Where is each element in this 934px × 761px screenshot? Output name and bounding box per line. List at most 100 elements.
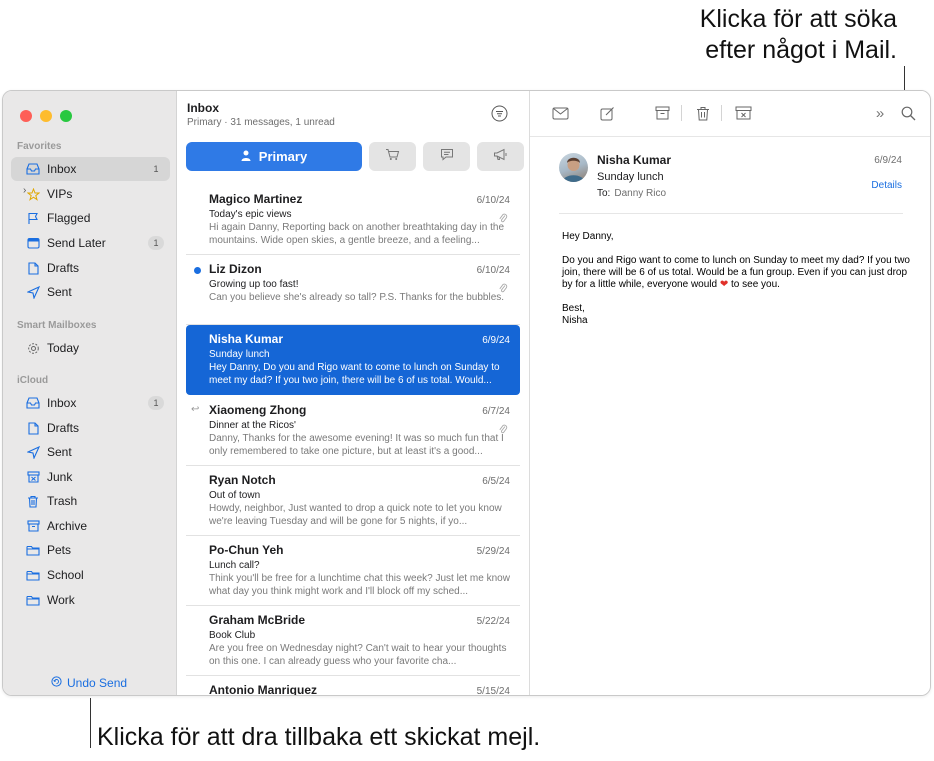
sidebar-item-school[interactable]: School xyxy=(11,563,170,587)
envelope-icon[interactable] xyxy=(550,103,570,123)
message-list: Inbox Primary · 31 messages, 1 unread Pr… xyxy=(177,91,530,695)
message-date: 5/29/24 xyxy=(476,546,510,557)
message-row[interactable]: Ryan Notch 6/5/24 Out of town Howdy, neig… xyxy=(186,466,520,536)
toolbar-separator xyxy=(530,136,930,137)
sidebar-item-work[interactable]: Work xyxy=(11,588,170,612)
message-subject: Growing up too fast! xyxy=(209,279,299,290)
message-date: 5/15/24 xyxy=(476,686,510,696)
sidebar-item-sent[interactable]: Sent xyxy=(11,280,170,304)
recipient-name: Danny Rico xyxy=(614,188,667,199)
paperplane-icon xyxy=(25,444,41,460)
sidebar-item-icloud-inbox[interactable]: Inbox 1 xyxy=(11,391,170,415)
mailbox-summary: Primary · 31 messages, 1 unread xyxy=(187,117,335,128)
sidebar-item-today[interactable]: Today xyxy=(11,336,170,360)
icloud-section-title: iCloud xyxy=(17,375,49,386)
sidebar-item-junk[interactable]: Junk xyxy=(11,465,170,489)
message-row[interactable]: Magico Martinez 6/10/24 Today's epic view… xyxy=(186,185,520,255)
message-preview: Think you'll be free for a lunchtime cha… xyxy=(209,573,510,597)
sidebar-item-favorites-inbox[interactable]: Inbox 1 xyxy=(11,157,170,181)
tab-transactions[interactable] xyxy=(369,142,416,171)
sender-name: Nisha Kumar xyxy=(597,153,672,167)
mail-paragraph: Do you and Rigo want to come to lunch on… xyxy=(562,255,916,291)
flag-icon xyxy=(25,210,41,226)
message-row[interactable]: Graham McBride 5/22/24 Book Club Are you … xyxy=(186,606,520,676)
message-row[interactable]: ↩ Xiaomeng Zhong 6/7/24 Dinner at the Ric… xyxy=(186,396,520,466)
filter-icon[interactable] xyxy=(491,105,508,122)
junk-icon[interactable] xyxy=(733,103,753,123)
star-icon xyxy=(25,186,41,202)
message-sender: Po-Chun Yeh xyxy=(209,543,284,557)
minimize-window-button[interactable] xyxy=(40,110,52,122)
reading-pane: » Nisha Kumar Sunday lunch To: Danny Rico… xyxy=(530,91,930,695)
paperplane-icon xyxy=(25,284,41,300)
compose-icon[interactable] xyxy=(597,103,617,123)
message-date: 6/10/24 xyxy=(476,265,510,276)
document-icon xyxy=(25,260,41,276)
sidebar-item-vips[interactable]: › VIPs xyxy=(11,182,170,206)
tab-promotions[interactable] xyxy=(477,142,524,171)
unread-indicator xyxy=(194,267,201,274)
mail-paragraph-end: to see you. xyxy=(728,279,780,290)
category-tabs: Primary xyxy=(186,142,524,171)
search-icon[interactable] xyxy=(898,103,918,123)
message-subject: Out of town xyxy=(209,490,261,501)
megaphone-icon xyxy=(493,148,508,166)
sidebar-item-label: Sent xyxy=(47,285,72,299)
message-preview: Danny, Thanks for the awesome evening! I… xyxy=(209,433,504,457)
sidebar-item-icloud-drafts[interactable]: Drafts xyxy=(11,416,170,440)
message-row[interactable]: Po-Chun Yeh 5/29/24 Lunch call? Think you… xyxy=(186,536,520,606)
mail-signature: Nisha xyxy=(562,315,588,326)
message-preview: Hey Danny, Do you and Rigo want to come … xyxy=(209,362,500,386)
paperclip-icon xyxy=(498,211,508,223)
search-callout-line1: Klicka för att söka xyxy=(699,5,897,33)
unread-count-badge: 1 xyxy=(148,396,164,410)
replied-icon: ↩ xyxy=(191,404,200,415)
chevron-right-icon[interactable]: › xyxy=(23,185,26,196)
sidebar-item-icloud-sent[interactable]: Sent xyxy=(11,440,170,464)
header-separator xyxy=(559,213,903,214)
favorites-section-title: Favorites xyxy=(17,141,62,152)
to-label: To: xyxy=(597,188,611,199)
smart-mailboxes-section-title: Smart Mailboxes xyxy=(17,320,97,331)
message-sender: Antonio Manriquez xyxy=(209,683,317,696)
mailbox-title: Inbox xyxy=(187,101,219,115)
sidebar-item-label: VIPs xyxy=(47,187,73,201)
sidebar-item-pets[interactable]: Pets xyxy=(11,538,170,562)
recipient-line: To: Danny Rico xyxy=(597,188,666,199)
mail-date: 6/9/24 xyxy=(874,155,902,166)
message-preview: Howdy, neighbor, Just wanted to drop a q… xyxy=(209,503,502,527)
list-header: Inbox Primary · 31 messages, 1 unread xyxy=(187,101,335,128)
document-icon xyxy=(25,420,41,436)
message-sender: Xiaomeng Zhong xyxy=(209,403,307,417)
undo-send-button[interactable]: Undo Send xyxy=(51,676,127,690)
message-subject: Sunday lunch xyxy=(209,349,270,360)
sidebar-item-trash[interactable]: Trash xyxy=(11,489,170,513)
trash-icon xyxy=(25,493,41,509)
details-link[interactable]: Details xyxy=(871,180,902,191)
archive-icon[interactable] xyxy=(652,103,672,123)
paperclip-icon xyxy=(498,281,508,293)
mail-signoff: Best, xyxy=(562,303,585,314)
message-date: 6/10/24 xyxy=(476,195,510,206)
reader-toolbar: » xyxy=(530,101,930,127)
search-callout-line2: efter något i Mail. xyxy=(705,36,897,64)
paperclip-icon xyxy=(498,422,508,434)
toolbar-divider xyxy=(681,105,682,121)
message-row[interactable]: Liz Dizon 6/10/24 Growing up too fast! Ca… xyxy=(186,255,520,325)
sidebar-item-send-later[interactable]: Send Later 1 xyxy=(11,231,170,255)
sidebar-item-flagged[interactable]: Flagged xyxy=(11,206,170,230)
zoom-window-button[interactable] xyxy=(60,110,72,122)
sidebar-item-archive[interactable]: Archive xyxy=(11,514,170,538)
message-row-selected[interactable]: Nisha Kumar 6/9/24 Sunday lunch Hey Danny… xyxy=(186,325,520,395)
window-controls xyxy=(20,110,72,122)
close-window-button[interactable] xyxy=(20,110,32,122)
trash-icon[interactable] xyxy=(693,103,713,123)
message-sender: Magico Martinez xyxy=(209,192,303,206)
message-row[interactable]: Antonio Manriquez 5/15/24 xyxy=(186,676,520,696)
chevron-double-right-icon[interactable]: » xyxy=(870,103,890,123)
tab-primary[interactable]: Primary xyxy=(186,142,362,171)
sidebar-item-drafts[interactable]: Drafts xyxy=(11,256,170,280)
tab-updates[interactable] xyxy=(423,142,470,171)
message-sender: Liz Dizon xyxy=(209,262,262,276)
message-subject: Book Club xyxy=(209,630,256,641)
